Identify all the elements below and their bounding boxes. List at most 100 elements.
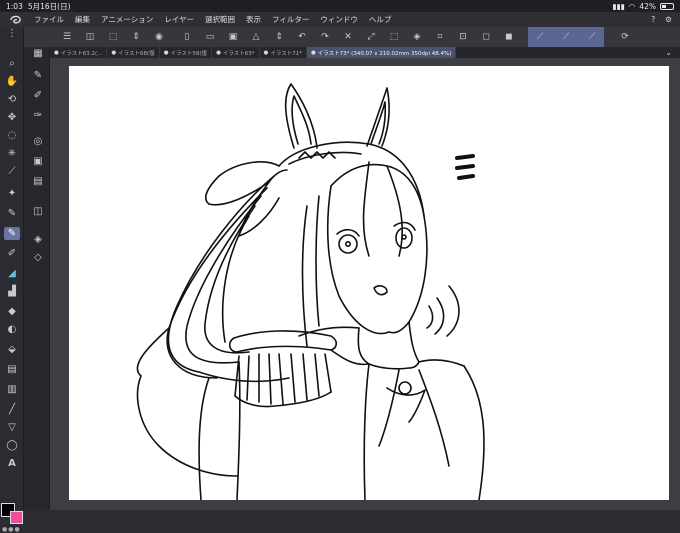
undo-icon[interactable]: ↶ (295, 30, 309, 44)
zoom-icon[interactable]: ⌕ (4, 57, 20, 70)
settings-icon[interactable]: ⚙ (665, 15, 672, 24)
app-logo-icon[interactable] (8, 14, 24, 26)
tab-close-icon[interactable]: ● (264, 50, 269, 56)
tab-label: イラスト63* (222, 50, 255, 57)
transform-icon[interactable]: ⊡ (456, 30, 470, 44)
brush-icon[interactable]: ✐ (4, 247, 20, 260)
tab-label: イラスト73* (340.07 x 210.02mm 350dpi 48.4%) (317, 50, 452, 57)
menu-item-4[interactable]: 選択範囲 (205, 14, 235, 25)
magic-wand-icon[interactable]: ✳ (4, 147, 20, 160)
tab-close-icon[interactable]: ● (164, 50, 169, 56)
lasso-icon[interactable]: ◌ (4, 129, 20, 142)
rotate-icon[interactable]: ⟲ (4, 93, 20, 106)
fill-bucket-icon[interactable]: ▟ (4, 285, 20, 298)
color-wheel-icon[interactable]: ▤ (30, 175, 46, 188)
tab-close-icon[interactable]: ● (54, 50, 59, 56)
status-date: 5月16日(日) (27, 1, 71, 11)
sub-tool-palette: ▦ ✎ ✐ ✑ ◎ ▣ ▤ ◫ ◈ ◇ (25, 47, 50, 510)
sub-color-swatch[interactable] (10, 511, 23, 524)
layer-adjust-icon[interactable]: ⬚ (106, 30, 120, 44)
line-icon[interactable]: ╱ (4, 403, 20, 416)
pencil-icon[interactable]: ✎ (4, 227, 20, 240)
figure-icon[interactable]: ▥ (4, 383, 20, 396)
select-all-icon[interactable]: ⬚ (387, 30, 401, 44)
crop-icon[interactable]: ⌗ (433, 30, 447, 44)
menu-list-icon[interactable]: ☰ (60, 30, 74, 44)
material-icon[interactable]: ◫ (30, 205, 46, 218)
tab-label: イラスト71* (270, 50, 302, 57)
clear-icon[interactable]: ✕ (341, 30, 355, 44)
tab-document-1[interactable]: ● イラスト68(復 (107, 47, 160, 58)
snap-grid-icon[interactable]: ⟋ (585, 30, 599, 44)
spinner-icon[interactable]: ⇕ (129, 30, 143, 44)
sub-pen-icon[interactable]: ✎ (30, 69, 46, 82)
tab-document-5[interactable]: ● イラスト73* (340.07 x 210.02mm 350dpi 48.4%… (306, 47, 457, 58)
tab-document-4[interactable]: ● イラスト71* (260, 47, 307, 58)
quick-access-icon[interactable]: ◫ (83, 30, 97, 44)
gradient-icon[interactable]: ▤ (4, 363, 20, 376)
fill-selection-icon[interactable]: ◈ (410, 30, 424, 44)
fill-icon[interactable]: ⬙ (4, 343, 20, 356)
menu-item-0[interactable]: ファイル (34, 14, 64, 25)
gesture-icon[interactable]: ⟳ (618, 30, 632, 44)
drawing-canvas[interactable] (69, 66, 669, 500)
status-bar: 1:03 5月16日(日) ▮▮▮ ◠ 42% (0, 0, 680, 12)
color-mode-icon[interactable]: ●●● (2, 526, 21, 533)
menu-item-6[interactable]: フィルター (272, 14, 309, 25)
status-time: 1:03 (6, 1, 23, 11)
cat-menu-icon[interactable]: ⋮ (4, 27, 20, 40)
new-file-icon[interactable]: ▯ (180, 30, 194, 44)
status-right: ▮▮▮ ◠ 42% (612, 2, 674, 11)
tab-label: イラスト58(復 (170, 50, 208, 57)
tab-close-icon[interactable]: ● (311, 50, 316, 56)
balloon-icon[interactable]: ◯ (4, 439, 20, 452)
menu-item-1[interactable]: 編集 (75, 14, 90, 25)
layer-property-icon[interactable]: ◈ (30, 233, 46, 246)
tab-document-2[interactable]: ● イラスト58(復 (160, 47, 213, 58)
open-folder-icon[interactable]: ▭ (203, 30, 217, 44)
menu-item-7[interactable]: ウィンドウ (320, 14, 358, 25)
menu-item-5[interactable]: 表示 (246, 14, 261, 25)
tool-property-icon[interactable]: ◎ (30, 135, 46, 148)
menu-item-3[interactable]: レイヤー (164, 14, 194, 25)
tabs-more-icon[interactable]: ⌄ (657, 47, 680, 58)
move-icon[interactable]: ✥ (4, 111, 20, 124)
brush-size-icon[interactable]: ▣ (30, 155, 46, 168)
line-art-drawing (136, 83, 485, 500)
expand-icon[interactable]: ⤢ (364, 30, 378, 44)
tab-close-icon[interactable]: ● (111, 50, 116, 56)
menu-item-8[interactable]: ヘルプ (369, 14, 392, 25)
palette-layers-icon[interactable]: ▦ (30, 47, 46, 60)
tab-document-3[interactable]: ● イラスト63* (212, 47, 260, 58)
hand-icon[interactable]: ✋ (4, 75, 20, 88)
decoration-icon[interactable]: ✦ (4, 187, 20, 200)
command-group-edit: ▯ ▭ ▣ △ ⇕ ↶ ↷ ✕ ⤢ ⬚ ◈ ⌗ ⊡ ◻ ◼ (180, 30, 516, 44)
sub-ink-icon[interactable]: ✑ (30, 109, 46, 122)
eyedropper-icon[interactable]: ⟋ (4, 165, 20, 178)
menu-right-icons: ? ⚙ (651, 15, 672, 24)
invert-icon[interactable]: ◼ (502, 30, 516, 44)
ruler-icon[interactable]: △ (249, 30, 263, 44)
airbrush-icon[interactable]: ◢ (4, 267, 20, 280)
snap-special-icon[interactable]: ⟋ (559, 30, 573, 44)
redo-icon[interactable]: ↷ (318, 30, 332, 44)
tab-close-icon[interactable]: ● (216, 50, 221, 56)
stabilizer-group: ⟋ ⟋ ⟋ (528, 27, 604, 47)
text-icon[interactable]: A (4, 457, 20, 470)
snap-ruler-icon[interactable]: ⟋ (533, 30, 547, 44)
pen-icon[interactable]: ✎ (4, 207, 20, 220)
menu-item-2[interactable]: アニメーション (101, 14, 153, 25)
help-icon[interactable]: ? (651, 15, 655, 24)
eraser-icon[interactable]: ◆ (4, 305, 20, 318)
deselect-icon[interactable]: ◻ (479, 30, 493, 44)
record-icon[interactable]: ◉ (152, 30, 166, 44)
frame-icon[interactable]: ▽ (4, 421, 20, 434)
sub-marker-icon[interactable]: ✐ (30, 89, 46, 102)
battery-fill (662, 4, 666, 8)
save-icon[interactable]: ▣ (226, 30, 240, 44)
layer-icon[interactable]: ◇ (30, 251, 46, 264)
menu-bar: ファイル 編集 アニメーション レイヤー 選択範囲 表示 フィルター ウィンドウ ヘルプ ? ⚙ (0, 12, 680, 27)
blend-icon[interactable]: ◐ (4, 323, 20, 336)
tab-document-0[interactable]: ● イラスト63.2(... (50, 47, 108, 58)
stepper-icon[interactable]: ⇕ (272, 30, 286, 44)
